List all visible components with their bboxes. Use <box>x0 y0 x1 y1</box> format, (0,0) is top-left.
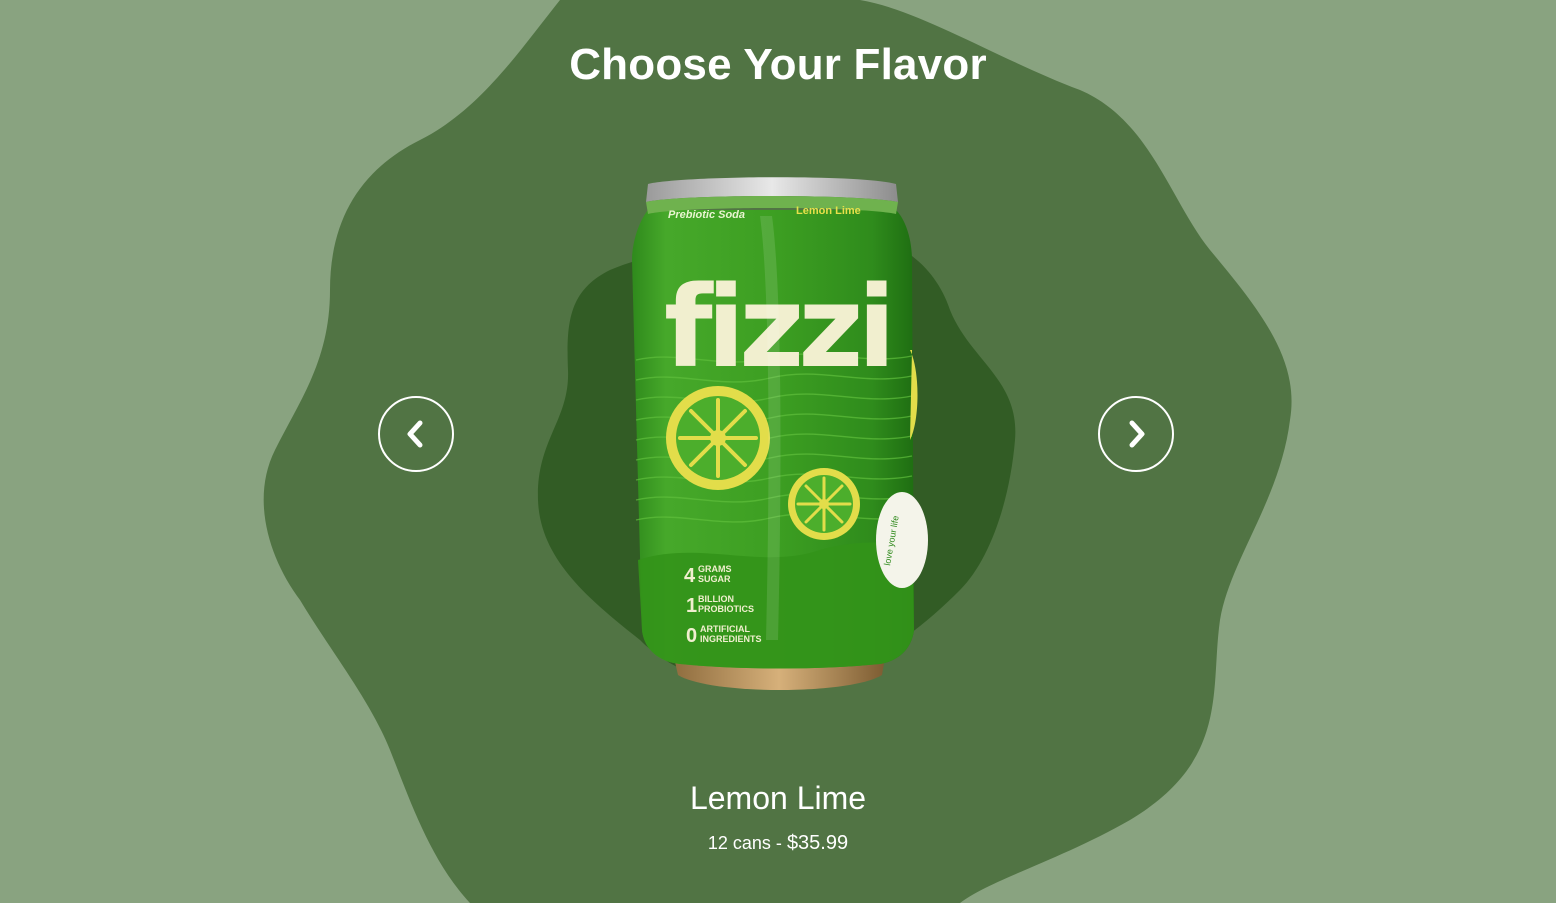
svg-text:PROBIOTICS: PROBIOTICS <box>698 604 754 614</box>
next-flavor-button[interactable] <box>1098 396 1174 472</box>
lemon-slice-large-icon <box>666 386 770 490</box>
flavor-price: $35.99 <box>786 832 849 854</box>
svg-text:ARTIFICIAL: ARTIFICIAL <box>700 624 750 634</box>
previous-flavor-button[interactable] <box>378 396 454 472</box>
can-tagline: Prebiotic Soda <box>668 209 745 221</box>
svg-text:INGREDIENTS: INGREDIENTS <box>700 634 762 644</box>
svg-text:1: 1 <box>686 595 697 617</box>
svg-text:BILLION: BILLION <box>698 594 734 604</box>
page-title: Choose Your Flavor <box>569 40 987 89</box>
svg-text:SUGAR: SUGAR <box>698 574 731 584</box>
chevron-right-icon <box>1129 420 1145 448</box>
svg-text:4: 4 <box>684 565 696 587</box>
flavor-price-line: 12 cans - $35.99 <box>0 832 1556 855</box>
flavor-name: Lemon Lime <box>689 780 867 816</box>
svg-text:0: 0 <box>686 625 697 647</box>
can-flavor-label: Lemon Lime <box>796 205 861 217</box>
flavor-quantity: 12 cans - <box>707 833 787 853</box>
svg-text:GRAMS: GRAMS <box>698 564 732 574</box>
soda-can-image: Prebiotic Soda Lemon Lime fizzi love you… <box>620 170 930 700</box>
flavor-carousel-section: Choose Your Flavor Prebiotic Soda Lemon … <box>0 0 1556 903</box>
chevron-left-icon <box>407 420 423 448</box>
love-your-life-badge: love your life <box>876 492 928 588</box>
lemon-slice-small-icon <box>788 468 860 540</box>
